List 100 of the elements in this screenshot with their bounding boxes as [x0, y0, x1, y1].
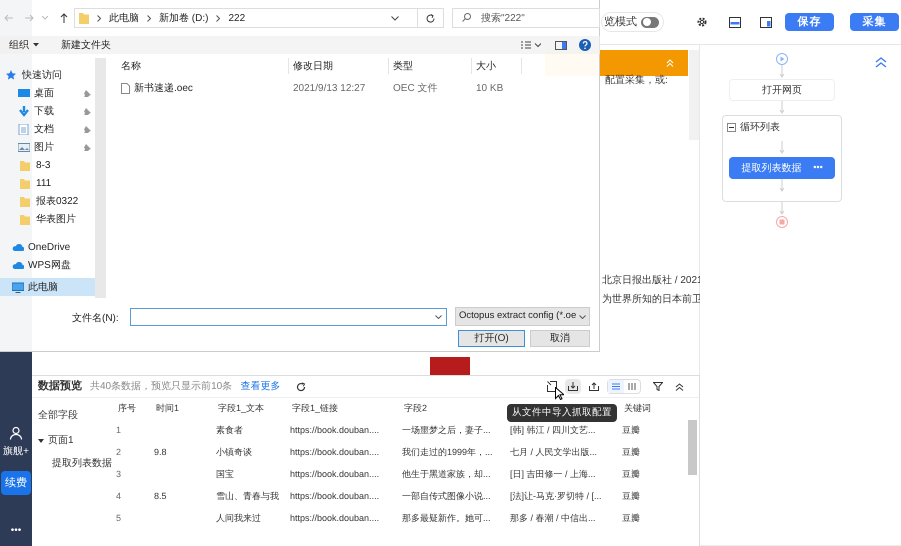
nav-item[interactable]: 华表图片 — [0, 210, 95, 228]
table-cell: 豆瓣 — [622, 447, 640, 458]
table-cell: 我们走过的1999年，... — [402, 447, 493, 458]
table-cell: https://book.douban.... — [290, 425, 380, 436]
scrollbar[interactable] — [688, 420, 697, 475]
export-icon[interactable] — [589, 382, 599, 391]
breadcrumb-item[interactable]: 此电脑 — [109, 10, 139, 26]
refresh-icon[interactable] — [296, 382, 306, 392]
mode-toggle[interactable] — [641, 16, 659, 28]
view-more-link[interactable]: 查看更多 — [240, 379, 280, 394]
field-tree-item[interactable]: 页面1 — [48, 433, 74, 448]
caret-down-icon[interactable] — [391, 16, 399, 20]
folder-icon — [79, 12, 89, 24]
field-tree-item[interactable]: 全部字段 — [38, 408, 112, 423]
list-icon — [612, 383, 620, 390]
user-icon[interactable] — [9, 426, 23, 440]
cancel-button[interactable]: 取消 — [530, 330, 590, 347]
import-button[interactable] — [565, 379, 581, 394]
cloud-icon — [12, 242, 24, 252]
open-button[interactable]: 打开(O) — [458, 330, 525, 347]
collapse-toggle[interactable] — [727, 123, 736, 132]
table-cell: 一场噩梦之后，妻子... — [402, 425, 491, 436]
nav-item[interactable]: 文档 — [0, 120, 95, 138]
layout-icon[interactable] — [760, 16, 772, 28]
file-date: 2021/9/13 12:27 — [293, 82, 366, 94]
file-type: OEC 文件 — [393, 82, 438, 94]
folder-icon — [20, 160, 32, 170]
action-step[interactable]: 提取列表数据 ••• — [729, 157, 835, 179]
filename-field[interactable] — [130, 308, 447, 326]
plan-label: 旗舰+ — [3, 444, 29, 459]
pc-icon — [12, 282, 24, 292]
caret-down-icon[interactable] — [38, 438, 44, 444]
preview-pane-icon[interactable] — [555, 40, 567, 50]
file-type-dropdown[interactable]: Octopus extract config (*.oe — [455, 307, 590, 326]
up-icon[interactable] — [60, 13, 68, 23]
mode-label: 览模式 — [604, 14, 637, 30]
refresh-icon[interactable] — [426, 14, 435, 22]
table-cell: 一部自传式图像小说... — [402, 491, 491, 502]
nav-item[interactable]: 此电脑 — [0, 278, 95, 296]
filter-icon[interactable] — [653, 382, 663, 391]
breadcrumb-item[interactable]: 222 — [228, 10, 246, 26]
connector-arrow — [779, 202, 785, 216]
field-tree-item[interactable]: 提取列表数据 — [38, 456, 112, 471]
start-icon[interactable] — [776, 53, 788, 65]
expand-icon[interactable] — [875, 57, 887, 68]
folder-icon — [20, 214, 32, 224]
cloud-icon — [12, 260, 24, 270]
renew-button[interactable]: 续费 — [1, 471, 31, 495]
more-button[interactable]: ••• — [10, 523, 22, 538]
scrollbar[interactable] — [95, 58, 106, 298]
list-view-button[interactable] — [608, 380, 624, 393]
column-header: 字段1_文本 — [218, 403, 264, 414]
document-icon — [18, 124, 30, 134]
help-icon[interactable] — [579, 39, 591, 51]
collect-button[interactable]: 采集 — [850, 13, 899, 31]
column-header[interactable]: 大小 — [476, 58, 496, 74]
tooltip: 从文件中导入抓取配置 — [507, 404, 617, 422]
nav-item[interactable]: 快速访问 — [0, 66, 95, 84]
chevron-icon — [97, 14, 101, 22]
column-header[interactable]: 名称 — [121, 58, 141, 74]
nav-item[interactable]: OneDrive — [0, 238, 95, 256]
table-cell: 人间我来过 — [216, 513, 261, 524]
more-button[interactable]: ••• — [813, 161, 823, 175]
connector-arrow — [779, 101, 785, 115]
table-cell: 5 — [116, 513, 122, 524]
nav-item[interactable]: 报表0322 — [0, 192, 95, 210]
table-cell: 七月 / 人民文学出版... — [510, 447, 598, 458]
breadcrumb-item[interactable]: 新加卷 (D:) — [159, 10, 208, 26]
search-field[interactable]: 搜索"222" — [452, 8, 600, 28]
record-count: 共40条数据，预览只显示前10条 — [90, 380, 232, 394]
file-import-icon[interactable] — [547, 381, 557, 392]
organize-menu[interactable]: 组织 — [9, 38, 39, 52]
file-row[interactable]: 新书速递.oec 2021/9/13 12:27 OEC 文件 10 KB — [106, 79, 522, 97]
new-folder-button[interactable]: 新建文件夹 — [61, 38, 111, 52]
collapse-icon[interactable] — [675, 382, 684, 390]
table-cell: 豆瓣 — [622, 513, 640, 524]
table-cell: 4 — [116, 491, 122, 502]
nav-item[interactable]: WPS网盘 — [0, 256, 95, 274]
nav-item[interactable]: 下载 — [0, 102, 95, 120]
nav-item[interactable]: 图片 — [0, 138, 95, 156]
nav-item[interactable]: 桌面 — [0, 84, 95, 102]
table-cell: https://book.douban.... — [290, 491, 380, 502]
view-options-icon[interactable] — [521, 41, 541, 49]
scrollbar[interactable] — [689, 50, 699, 140]
table-cell: 国宝 — [216, 469, 234, 480]
column-header[interactable]: 类型 — [393, 58, 413, 74]
caret-down-icon — [33, 43, 39, 47]
connector-arrow — [779, 141, 785, 155]
table-cell: 2 — [116, 447, 122, 458]
star-icon — [6, 70, 18, 80]
filename-label: 文件名(N): — [72, 312, 119, 326]
nav-item[interactable]: 8-3 — [0, 156, 95, 174]
nav-item[interactable]: 111 — [0, 174, 95, 192]
settings-icon[interactable] — [696, 16, 708, 28]
column-header: 序号 — [118, 403, 136, 414]
address-bar[interactable]: 此电脑 新加卷 (D:) 222 — [74, 8, 444, 28]
column-header[interactable]: 修改日期 — [293, 58, 333, 74]
save-button[interactable]: 保存 — [785, 13, 834, 31]
layout-icon[interactable] — [729, 16, 741, 28]
flow-step[interactable]: 打开网页 — [729, 79, 835, 101]
